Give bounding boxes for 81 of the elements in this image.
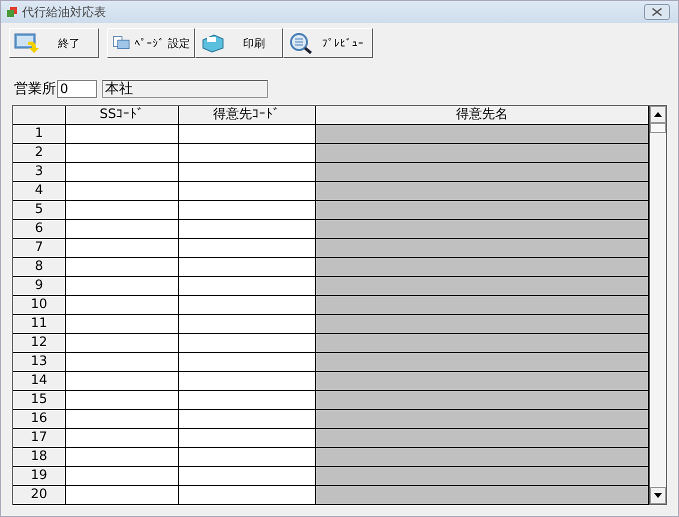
table-cell[interactable]	[178, 258, 316, 276]
scroll-up-button[interactable]	[650, 106, 666, 123]
table-cell[interactable]	[66, 353, 179, 371]
table-cell[interactable]	[66, 258, 179, 276]
table-cell[interactable]	[178, 220, 316, 238]
office-name-field: 本社	[102, 80, 268, 98]
table-cell[interactable]	[316, 467, 649, 485]
table-cell[interactable]	[178, 239, 316, 257]
table-cell[interactable]	[66, 372, 179, 390]
table-cell[interactable]	[178, 334, 316, 352]
printer-icon	[200, 32, 226, 54]
table-cell[interactable]	[316, 372, 649, 390]
table-cell[interactable]	[316, 125, 649, 143]
scrollbar[interactable]	[650, 106, 666, 504]
table-cell[interactable]	[66, 201, 179, 219]
table-cell[interactable]	[316, 258, 649, 276]
table-cell[interactable]	[66, 125, 179, 143]
table-cell[interactable]	[66, 410, 179, 428]
table-cell[interactable]	[316, 220, 649, 238]
magnifier-icon	[288, 32, 314, 54]
table-cell[interactable]	[178, 315, 316, 333]
office-label: 営業所	[14, 80, 56, 98]
close-icon	[652, 8, 662, 16]
table-cell[interactable]	[178, 410, 316, 428]
table-cell[interactable]	[66, 391, 179, 409]
table-cell[interactable]	[178, 486, 316, 504]
table-cell[interactable]	[178, 277, 316, 295]
table-cell[interactable]	[178, 182, 316, 200]
table-cell[interactable]	[316, 334, 649, 352]
table-cell[interactable]	[316, 239, 649, 257]
table-cell[interactable]	[178, 201, 316, 219]
table-cell[interactable]	[316, 163, 649, 181]
column-header: 得意先名	[316, 106, 649, 124]
toolbar-button[interactable]: ﾌﾟﾚﾋﾞｭｰ	[283, 28, 373, 58]
table-cell[interactable]	[178, 391, 316, 409]
table-cell[interactable]	[66, 296, 179, 314]
table-cell[interactable]	[316, 486, 649, 504]
table-cell[interactable]	[178, 448, 316, 466]
table-cell[interactable]	[316, 410, 649, 428]
table-cell[interactable]	[316, 182, 649, 200]
table-cell[interactable]	[178, 372, 316, 390]
table-cell[interactable]	[66, 239, 179, 257]
office-code-field[interactable]: 0	[57, 80, 97, 98]
down-arrow-icon	[654, 493, 662, 498]
table-cell[interactable]	[178, 144, 316, 162]
table-cell[interactable]	[66, 182, 179, 200]
close-button[interactable]	[644, 4, 670, 20]
table-cell[interactable]	[316, 429, 649, 447]
table-cell[interactable]	[178, 163, 316, 181]
scroll-thumb[interactable]	[650, 123, 666, 133]
table-cell[interactable]	[178, 429, 316, 447]
scroll-down-button[interactable]	[650, 487, 666, 504]
table-cell[interactable]	[178, 353, 316, 371]
table-cell[interactable]	[66, 467, 179, 485]
table-cell[interactable]	[66, 220, 179, 238]
table-cell[interactable]	[316, 448, 649, 466]
toolbar-button[interactable]: ﾍﾟｰｼﾞ 設定	[107, 28, 195, 58]
table-cell[interactable]	[66, 334, 179, 352]
window-title: 代行給油対応表	[22, 4, 107, 20]
app-icon	[6, 6, 18, 18]
table-cell[interactable]	[66, 144, 179, 162]
table-cell[interactable]	[316, 277, 649, 295]
table-cell[interactable]	[178, 125, 316, 143]
table-cell[interactable]	[316, 353, 649, 371]
table-cell[interactable]	[66, 315, 179, 333]
monitor-icon	[14, 32, 40, 54]
table-cell[interactable]	[316, 315, 649, 333]
up-arrow-icon	[654, 112, 662, 117]
table-cell[interactable]	[316, 391, 649, 409]
table-cell[interactable]	[66, 429, 179, 447]
table-cell[interactable]	[66, 163, 179, 181]
toolbar-button[interactable]: 終了	[9, 28, 99, 58]
table-cell[interactable]	[66, 277, 179, 295]
table-cell[interactable]	[66, 448, 179, 466]
table-cell[interactable]	[178, 467, 316, 485]
table-cell[interactable]	[316, 144, 649, 162]
table-cell[interactable]	[316, 201, 649, 219]
table-cell[interactable]	[66, 486, 179, 504]
toolbar-button[interactable]: 印刷	[195, 28, 283, 58]
table-cell[interactable]	[316, 296, 649, 314]
table-cell[interactable]	[178, 296, 316, 314]
